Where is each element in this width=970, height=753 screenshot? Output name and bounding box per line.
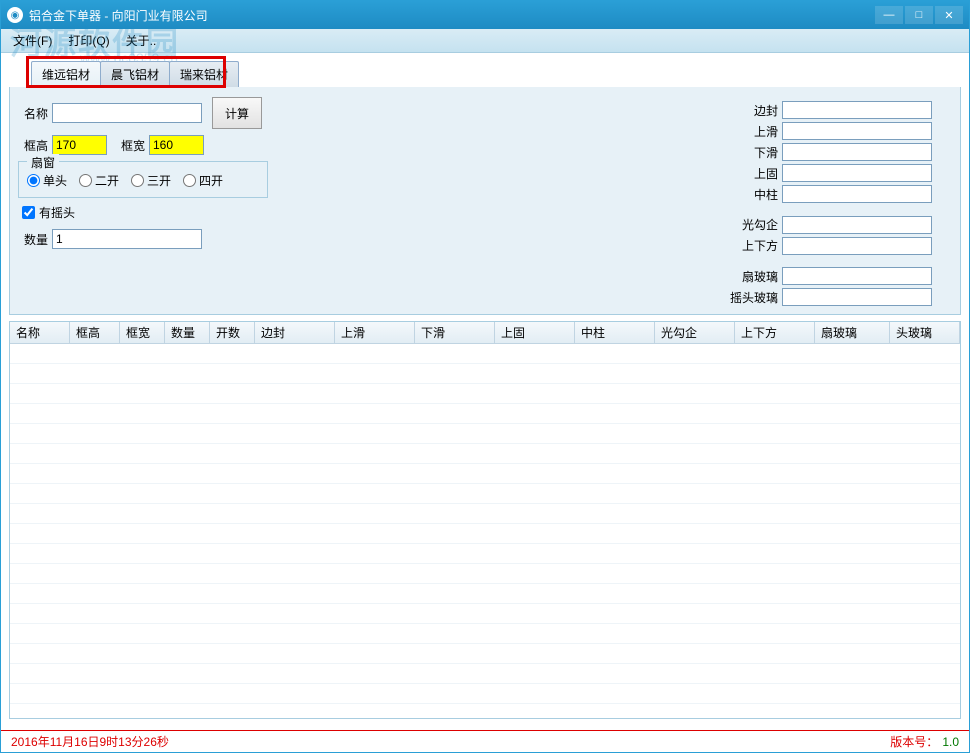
out-shanghua[interactable] <box>782 122 932 140</box>
timestamp: 2016年11月16日9时13分26秒 <box>11 733 890 750</box>
tab-weiyuan[interactable]: 维远铝材 <box>31 61 101 87</box>
radio-double[interactable]: 二开 <box>79 172 119 189</box>
out-shanggu[interactable] <box>782 164 932 182</box>
grid-col-header[interactable]: 框宽 <box>120 322 165 343</box>
grid-col-header[interactable]: 头玻璃 <box>890 322 960 343</box>
grid-col-header[interactable]: 上滑 <box>335 322 415 343</box>
material-tabs: 维远铝材 晨飞铝材 瑞来铝材 <box>31 61 969 87</box>
shake-checkbox-row[interactable]: 有摇头 <box>22 204 318 221</box>
tab-chenfei[interactable]: 晨飞铝材 <box>100 61 170 87</box>
menu-print[interactable]: 打印(Q) <box>60 30 117 51</box>
grid-header: 名称框高框宽数量开数边封上滑下滑上固中柱光勾企上下方扇玻璃头玻璃 <box>10 322 960 344</box>
minimize-button[interactable]: — <box>875 6 903 24</box>
out-xiahua-label: 下滑 <box>728 144 778 161</box>
radio-single[interactable]: 单头 <box>27 172 67 189</box>
qty-label: 数量 <box>18 231 48 248</box>
out-xiahua[interactable] <box>782 143 932 161</box>
out-guanggouqi[interactable] <box>782 216 932 234</box>
menu-about[interactable]: 关于.. <box>118 30 165 51</box>
frame-height-input[interactable] <box>52 135 107 155</box>
grid-col-header[interactable]: 名称 <box>10 322 70 343</box>
grid-col-header[interactable]: 扇玻璃 <box>815 322 890 343</box>
window-type-group: 扇窗 单头 二开 三开 四开 <box>18 161 268 198</box>
out-yaotouboli-label: 摇头玻璃 <box>728 289 778 306</box>
shake-checkbox[interactable] <box>22 206 35 219</box>
out-zhongzhu[interactable] <box>782 185 932 203</box>
menu-file[interactable]: 文件(F) <box>5 30 60 51</box>
out-yaotouboli[interactable] <box>782 288 932 306</box>
status-bar: 2016年11月16日9时13分26秒 版本号： 1.0 <box>1 730 969 752</box>
results-grid[interactable]: 名称框高框宽数量开数边封上滑下滑上固中柱光勾企上下方扇玻璃头玻璃 <box>9 321 961 719</box>
title-bar: ◉ 铝合金下单器 - 向阳门业有限公司 — □ ✕ <box>1 1 969 29</box>
out-shanboli-label: 扇玻璃 <box>728 268 778 285</box>
out-shangxiafang[interactable] <box>782 237 932 255</box>
out-shanboli[interactable] <box>782 267 932 285</box>
out-bianfeng[interactable] <box>782 101 932 119</box>
version-label: 版本号： <box>890 733 938 750</box>
close-button[interactable]: ✕ <box>935 6 963 24</box>
grid-col-header[interactable]: 中柱 <box>575 322 655 343</box>
grid-col-header[interactable]: 光勾企 <box>655 322 735 343</box>
group-title: 扇窗 <box>27 154 59 171</box>
grid-col-header[interactable]: 开数 <box>210 322 255 343</box>
calculate-button[interactable]: 计算 <box>212 97 262 129</box>
maximize-button[interactable]: □ <box>905 6 933 24</box>
frame-width-input[interactable] <box>149 135 204 155</box>
out-shangxiafang-label: 上下方 <box>728 237 778 254</box>
radio-triple[interactable]: 三开 <box>131 172 171 189</box>
grid-col-header[interactable]: 下滑 <box>415 322 495 343</box>
shake-label: 有摇头 <box>39 204 75 221</box>
window-title: 铝合金下单器 - 向阳门业有限公司 <box>29 7 873 24</box>
out-shanggu-label: 上固 <box>728 165 778 182</box>
grid-col-header[interactable]: 框高 <box>70 322 120 343</box>
out-zhongzhu-label: 中柱 <box>728 186 778 203</box>
height-label: 框高 <box>18 137 48 154</box>
out-bianfeng-label: 边封 <box>728 102 778 119</box>
grid-col-header[interactable]: 上固 <box>495 322 575 343</box>
name-input[interactable] <box>52 103 202 123</box>
tab-ruilai[interactable]: 瑞来铝材 <box>169 61 239 87</box>
width-label: 框宽 <box>115 137 145 154</box>
version-value: 1.0 <box>942 735 959 749</box>
out-shanghua-label: 上滑 <box>728 123 778 140</box>
grid-col-header[interactable]: 上下方 <box>735 322 815 343</box>
app-icon: ◉ <box>7 7 23 23</box>
out-guanggouqi-label: 光勾企 <box>728 216 778 233</box>
grid-col-header[interactable]: 数量 <box>165 322 210 343</box>
qty-input[interactable] <box>52 229 202 249</box>
menu-bar: 文件(F) 打印(Q) 关于.. <box>1 29 969 53</box>
grid-col-header[interactable]: 边封 <box>255 322 335 343</box>
form-panel: 名称 计算 框高 框宽 扇窗 单头 二开 三开 四开 有摇头 数量 <box>9 87 961 315</box>
name-label: 名称 <box>18 105 48 122</box>
radio-quad[interactable]: 四开 <box>183 172 223 189</box>
grid-body[interactable] <box>10 344 960 719</box>
